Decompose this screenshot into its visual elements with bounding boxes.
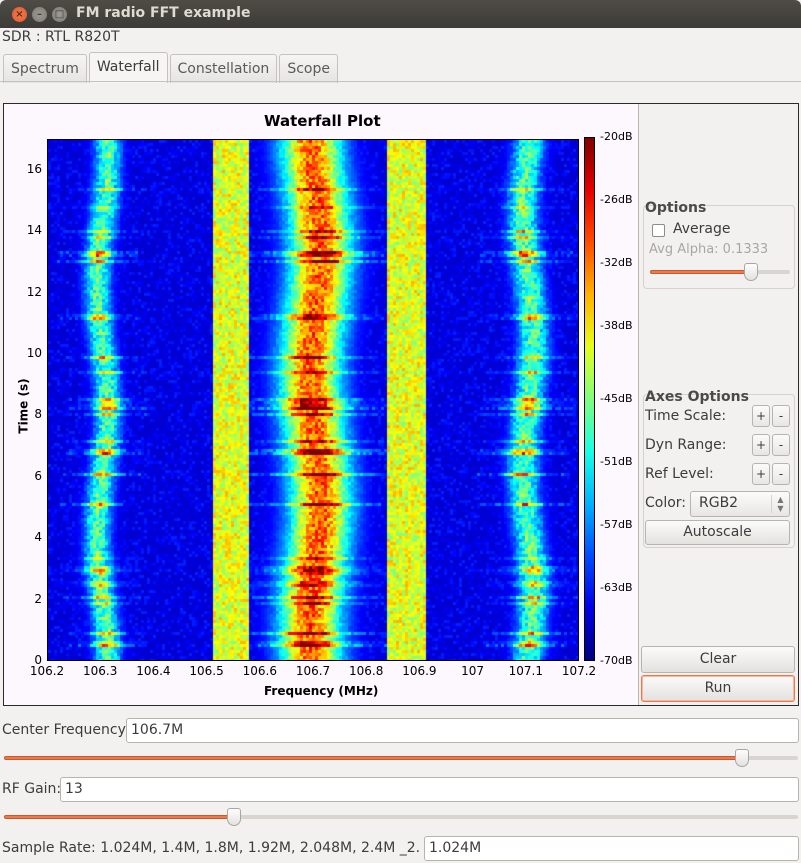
rf-gain-label: RF Gain: (2, 781, 62, 797)
avg-alpha-slider-handle[interactable] (743, 263, 758, 281)
tab-constellation[interactable]: Constellation (169, 54, 278, 83)
waterfall-plot: Waterfall Plot 0 2 4 6 8 10 12 14 16 106.2 106.3 1… (3, 103, 799, 706)
sample-rate-label: Sample Rate: 1.024M, 1.4M, 1.8M, 1.92M, … (2, 840, 460, 856)
colorbar-tick-label: -32dB (600, 255, 633, 269)
x-tick-label: 106.5 (189, 664, 224, 678)
x-tick-label: 106.3 (83, 664, 118, 678)
rf-gain-slider[interactable] (4, 808, 798, 826)
x-tick-label: 106.4 (136, 664, 171, 678)
average-label: Average (673, 221, 731, 237)
center-frequency-slider[interactable] (4, 749, 798, 767)
rf-gain-slider-fill (4, 815, 235, 819)
x-tick-label: 106.7 (295, 664, 331, 678)
y-tick-label: 6 (34, 468, 42, 483)
colorbar-tick-label: -57dB (600, 517, 633, 531)
y-tick-label: 14 (26, 223, 42, 238)
colorbar-tick-label: -45dB (600, 392, 633, 405)
colorbar (584, 137, 595, 661)
y-tick-label: 16 (26, 161, 42, 176)
side-panel: Options Average Avg Alpha: 0.1333 Axes O… (638, 104, 798, 705)
y-tick-label: 4 (34, 530, 42, 545)
time-scale-plus-button[interactable]: + (752, 405, 770, 427)
clear-button[interactable]: Clear (641, 646, 795, 673)
rf-gain-input[interactable]: 13 (60, 777, 799, 802)
avg-alpha-slider-fill (650, 270, 751, 274)
plot-title: Waterfall Plot (264, 112, 381, 130)
dyn-range-label: Dyn Range: (645, 437, 727, 453)
run-button[interactable]: Run (641, 675, 795, 702)
title-bar: × – □ FM radio FFT example (0, 0, 801, 28)
y-axis-label: Time (s) (16, 378, 31, 434)
window-title: FM radio FFT example (76, 5, 251, 21)
rf-gain-slider-handle[interactable] (227, 808, 242, 826)
time-scale-label: Time Scale: (645, 408, 727, 424)
tab-spectrum[interactable]: Spectrum (3, 54, 87, 83)
spinner-arrows-icon: ▲ ▼ (771, 495, 789, 513)
maximize-icon[interactable]: □ (52, 7, 67, 22)
waterfall-canvas-area (47, 139, 579, 661)
x-axis-label: Frequency (MHz) (264, 684, 379, 698)
colorbar-tick-label: -51dB (600, 454, 633, 468)
options-title: Options (645, 200, 707, 216)
color-label: Color: (645, 495, 687, 511)
center-frequency-slider-handle[interactable] (735, 749, 750, 767)
axes-options-group: Axes Options Time Scale: + - Dyn Range: … (643, 389, 795, 548)
x-tick-label: 107.1 (508, 664, 543, 678)
center-frequency-input[interactable]: 106.7M (126, 718, 799, 743)
ref-level-minus-button[interactable]: - (772, 463, 790, 485)
tab-waterfall[interactable]: Waterfall (88, 52, 168, 83)
close-icon[interactable]: × (12, 7, 27, 22)
y-tick-label: 12 (26, 284, 42, 299)
y-tick-label: 10 (26, 345, 42, 360)
colorbar-tick-label: -26dB (600, 192, 633, 206)
colorbar-tick-label: -38dB (600, 318, 633, 332)
avg-alpha-slider[interactable] (650, 263, 790, 281)
dyn-range-minus-button[interactable]: - (772, 434, 790, 456)
colorbar-tick-label: -70dB (600, 654, 633, 667)
axes-options-title: Axes Options (645, 389, 749, 405)
color-select[interactable]: RGB2 ▲ ▼ (690, 491, 790, 517)
x-tick-label: 106.6 (242, 664, 277, 678)
waterfall-heatmap (48, 140, 578, 660)
sdr-label: SDR : RTL R820T (2, 29, 120, 45)
colorbar-tick-label: -63dB (600, 580, 633, 594)
autoscale-button[interactable]: Autoscale (645, 520, 790, 545)
ref-level-label: Ref Level: (645, 466, 714, 482)
average-checkbox[interactable] (652, 224, 665, 237)
options-group: Options Average Avg Alpha: 0.1333 (643, 200, 795, 289)
dyn-range-plus-button[interactable]: + (752, 434, 770, 456)
x-tick-label: 106.2 (29, 664, 65, 678)
avg-alpha-label: Avg Alpha: 0.1333 (649, 242, 769, 257)
x-tick-label: 106.9 (402, 664, 437, 678)
time-scale-minus-button[interactable]: - (772, 405, 790, 427)
minimize-icon[interactable]: – (32, 7, 47, 22)
tab-scope[interactable]: Scope (279, 54, 338, 83)
color-select-value: RGB2 (699, 495, 739, 511)
x-tick-label: 107 (461, 664, 485, 678)
sample-rate-input[interactable]: 1.024M (424, 836, 799, 861)
y-tick-label: 2 (34, 591, 42, 606)
tab-bar: Spectrum Waterfall Constellation Scope (3, 52, 340, 83)
x-tick-label: 106.8 (349, 664, 384, 678)
center-frequency-label: Center Frequency: (2, 722, 130, 738)
center-frequency-slider-fill (4, 756, 743, 760)
colorbar-tick-label: -20dB (600, 130, 633, 143)
ref-level-plus-button[interactable]: + (752, 463, 770, 485)
